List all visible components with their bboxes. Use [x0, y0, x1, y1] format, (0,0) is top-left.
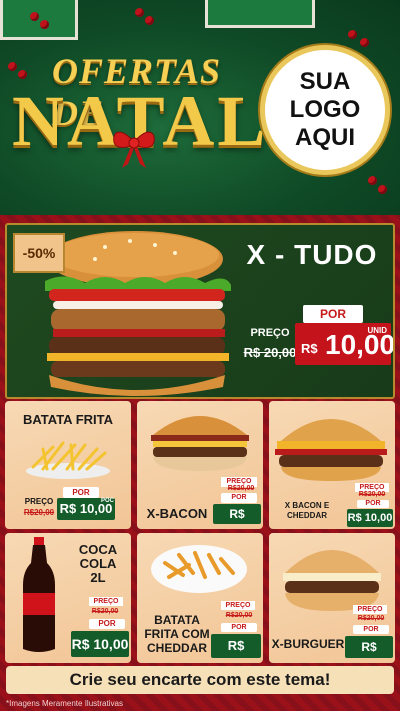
- x-bacon-cheddar-image: [275, 419, 387, 481]
- x-tudo-burger-image: [45, 231, 231, 396]
- ribbon-bow-icon: [113, 131, 155, 168]
- preco-label: PREÇO: [353, 605, 387, 614]
- disclaimer-note: *Imagens Meramente Ilustrativas: [6, 699, 123, 708]
- product-name: X BACON E CHEDDAR: [284, 501, 330, 520]
- preco-label: PREÇO: [250, 327, 290, 339]
- por-label: POR: [63, 487, 99, 498]
- old-price: R$20,00: [225, 612, 253, 619]
- preco-label: PREÇO: [89, 597, 123, 606]
- por-label: POR: [221, 623, 257, 632]
- product-name: BATATA FRITA: [22, 412, 113, 427]
- berry-decoration: [135, 8, 144, 17]
- product-name: COCA COLA 2L: [78, 542, 118, 585]
- x-burguer-image: [283, 550, 381, 611]
- berry-decoration: [145, 16, 154, 25]
- x-bacon-image: [151, 416, 249, 471]
- discount-badge: -50%: [13, 233, 65, 273]
- header-banner: OFERTAS DE NATAL SUA LOGO AQUI: [0, 0, 400, 215]
- berry-decoration: [30, 12, 39, 21]
- product-card-coca-cola[interactable]: COCA COLA 2L PREÇO R$20,00 POR R$ 10,00: [5, 533, 131, 663]
- featured-product-card[interactable]: -50% X - TUDO POR PREÇO R$ 20,00 R$ 10,0…: [5, 223, 395, 399]
- coca-cola-bottle-image: [23, 537, 55, 652]
- product-card-x-burguer[interactable]: X-BURGUER PREÇO R$20,00 POR R$ 10,00: [269, 533, 395, 663]
- product-card-x-bacon-cheddar[interactable]: X BACON E CHEDDAR PREÇO R$20,00 POR R$ 1…: [269, 401, 395, 529]
- new-price-box: R$ 10,00 UNID: [295, 323, 393, 365]
- fries-cheddar-image: [151, 545, 247, 593]
- berry-decoration: [40, 20, 49, 29]
- offers-section: -50% X - TUDO POR PREÇO R$ 20,00 R$ 10,0…: [0, 215, 400, 711]
- por-label: POR: [357, 500, 389, 508]
- create-flyer-button[interactable]: Crie seu encarte com este tema!: [6, 666, 394, 694]
- logo-text-line: SUA: [299, 68, 351, 95]
- featured-product-name: X - TUDO: [246, 239, 378, 270]
- old-price: R$20,00: [358, 491, 386, 498]
- fries-image: [26, 441, 110, 479]
- new-price: R$ 10,00: [213, 504, 261, 529]
- product-name: BATATA FRITA COM CHEDDAR: [144, 613, 210, 655]
- product-card-batata-cheddar[interactable]: BATATA FRITA COM CHEDDAR PREÇO R$20,00 P…: [137, 533, 263, 663]
- berry-decoration: [360, 38, 369, 47]
- new-price: R$ 10,00: [211, 634, 261, 663]
- por-label: POR: [303, 305, 363, 323]
- product-name: X-BURGUER: [271, 637, 345, 651]
- preco-label: PREÇO: [24, 497, 54, 506]
- product-name: X-BACON: [146, 506, 208, 521]
- berry-decoration: [348, 30, 357, 39]
- por-label: POR: [221, 493, 257, 503]
- new-price: R$ 10,00: [345, 636, 393, 663]
- currency-symbol: R$: [301, 341, 318, 356]
- gift-box-decoration: [0, 0, 78, 40]
- logo-text-line: AQUI: [295, 124, 355, 151]
- new-price: R$ 10,00: [347, 509, 393, 527]
- promo-title: OFERTAS DE NATAL: [12, 50, 265, 180]
- berry-decoration: [378, 185, 387, 194]
- old-price: R$20,00: [227, 485, 255, 492]
- old-price: R$ 20,00: [243, 345, 297, 360]
- old-price: R$20,00: [23, 508, 55, 517]
- old-price: R$20,00: [357, 615, 385, 622]
- logo-text-line: LOGO: [289, 96, 361, 123]
- unit-label: UNID: [367, 326, 387, 335]
- unit-label: POC: [101, 498, 115, 504]
- product-card-x-bacon[interactable]: X-BACON POR PREÇO R$20,00 R$ 10,00: [137, 401, 263, 529]
- logo-placeholder[interactable]: SUA LOGO AQUI: [260, 45, 390, 175]
- por-label: POR: [353, 625, 389, 634]
- gift-box-decoration: [205, 0, 315, 28]
- product-card-batata-frita[interactable]: BATATA FRITA POR PREÇO R$20,00 R$ 10,00 …: [5, 401, 131, 529]
- berry-decoration: [368, 176, 377, 185]
- por-label: POR: [89, 619, 125, 629]
- new-price: R$ 10,00: [71, 631, 129, 657]
- old-price: R$20,00: [91, 608, 119, 615]
- preco-label: PREÇO: [221, 601, 255, 610]
